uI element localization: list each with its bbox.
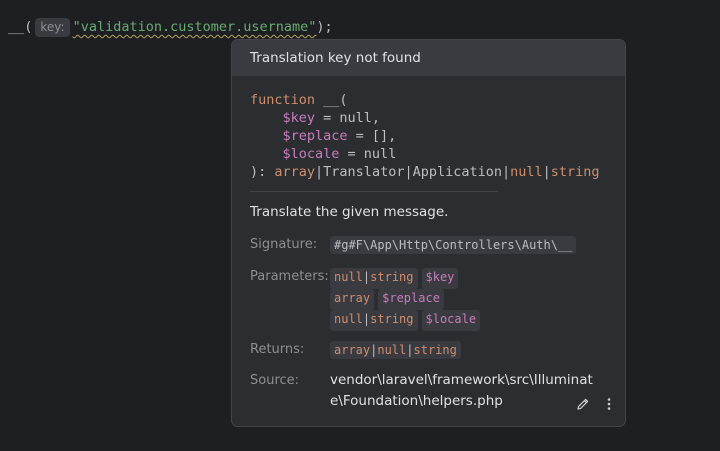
return-type-part: | [404, 164, 413, 180]
divider [250, 191, 498, 192]
function-signature: function __( $key = null, $replace = [],… [250, 91, 600, 181]
param-replace-default: = [], [347, 128, 397, 144]
source-value-container: vendor\laravel\framework\src\Illuminate\… [330, 370, 596, 412]
return-types: array|Translator|Application|null|string [274, 164, 599, 180]
popup-header: Translation key not found [232, 40, 625, 77]
return-type-part: array [274, 164, 316, 180]
parameter-name-hint: key: [35, 17, 70, 37]
pencil-icon[interactable] [574, 395, 592, 413]
param-replace: $replace [282, 128, 348, 144]
quick-documentation-popup: Translation key not found function __( $… [231, 39, 626, 427]
returns-type: array|null|string [330, 341, 461, 359]
function-call: __( [8, 19, 33, 35]
return-type-part: Translator [323, 164, 405, 180]
signature-value-container: #g#F\App\Http\Controllers\Auth\__ [330, 236, 577, 255]
parameter-name: $replace [378, 289, 444, 310]
signature-value: #g#F\App\Http\Controllers\Auth\__ [330, 236, 577, 254]
parameter-type: null|string [330, 268, 418, 289]
param-key: $key [282, 110, 316, 126]
param-key-default: = null, [315, 110, 381, 126]
source-label: Source: [250, 373, 300, 388]
editor-code-line[interactable]: __(key: "validation.customer.username"); [8, 17, 333, 37]
return-type-part: null [510, 164, 543, 180]
parameter-row: null|string $locale [330, 310, 481, 331]
function-keyword: function [250, 92, 316, 108]
parameter-row: array $replace [330, 289, 480, 310]
error-title: Translation key not found [250, 50, 421, 66]
param-locale-default: = null [339, 146, 397, 162]
parameter-name: $locale [421, 310, 481, 331]
return-type-part: string [550, 164, 600, 180]
parameter-type: array [330, 289, 375, 310]
return-type-part: | [542, 164, 551, 180]
doc-description: Translate the given message. [250, 204, 449, 220]
return-type-part: | [315, 164, 324, 180]
signature-close: ): [250, 164, 275, 180]
translation-key-string[interactable]: "validation.customer.username" [73, 19, 317, 35]
returns-value-container: array|null|string [330, 341, 461, 360]
parameters-label: Parameters: [250, 269, 329, 284]
parameter-type: null|string [330, 310, 418, 331]
source-path[interactable]: vendor\laravel\framework\src\Illuminate\… [330, 370, 596, 412]
param-locale: $locale [282, 146, 340, 162]
more-vertical-icon[interactable] [600, 395, 618, 413]
parameter-name: $key [421, 268, 459, 289]
function-name: __( [315, 92, 348, 108]
parameters-list: null|string $key array $replace null|string $… [330, 268, 481, 331]
signature-label: Signature: [250, 237, 318, 252]
return-type-part: Application [412, 164, 502, 180]
return-type-part: | [502, 164, 511, 180]
call-suffix: ); [316, 19, 333, 35]
returns-label: Returns: [250, 342, 305, 357]
parameter-row: null|string $key [330, 268, 480, 289]
